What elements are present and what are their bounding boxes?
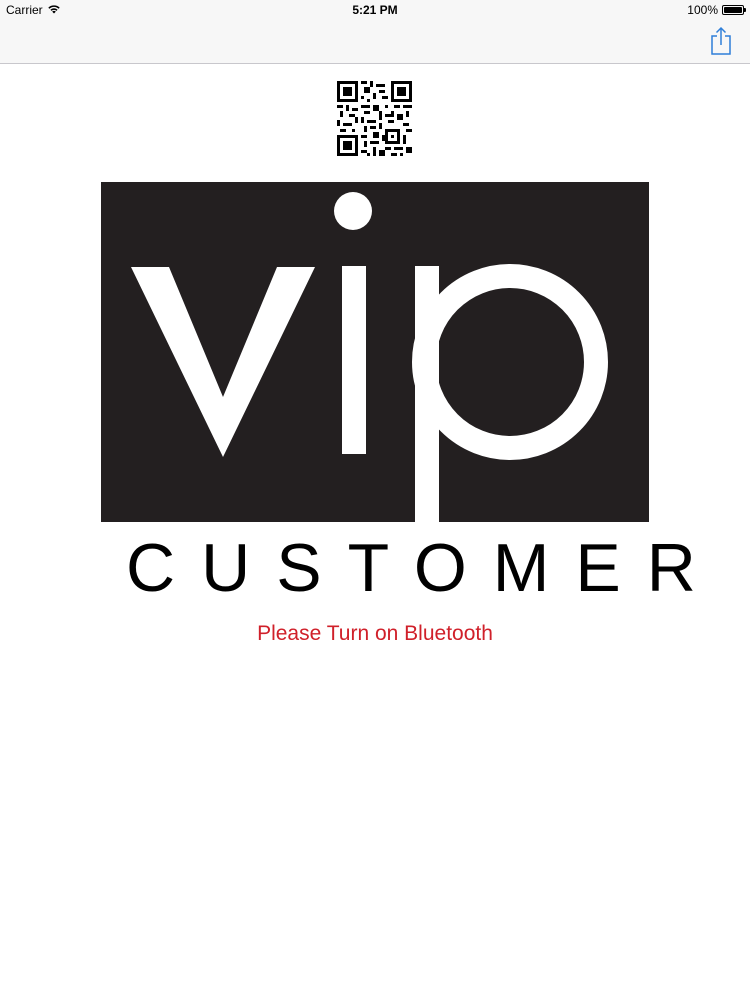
vip-logo: [101, 182, 649, 522]
logo-subtitle: CUSTOMER: [126, 530, 722, 606]
battery-indicator: 100%: [687, 3, 746, 17]
clock: 5:21 PM: [352, 3, 398, 17]
logo-letter-p-bowl: [412, 264, 608, 460]
share-button[interactable]: [708, 26, 734, 56]
logo-letter-i-stem: [342, 266, 366, 454]
screen: Carrier 5:21 PM 100% CUSTOMER Please Tur…: [0, 0, 750, 1000]
logo-letter-i-dot: [334, 192, 372, 230]
battery-icon: [722, 5, 746, 15]
battery-percentage: 100%: [687, 3, 718, 17]
share-icon: [711, 26, 731, 55]
logo-letter-v: [131, 267, 315, 457]
qr-code-image: [337, 81, 412, 156]
navigation-bar: [0, 20, 750, 64]
status-bar: Carrier 5:21 PM 100%: [0, 0, 750, 20]
bluetooth-status-message: Please Turn on Bluetooth: [257, 622, 493, 645]
